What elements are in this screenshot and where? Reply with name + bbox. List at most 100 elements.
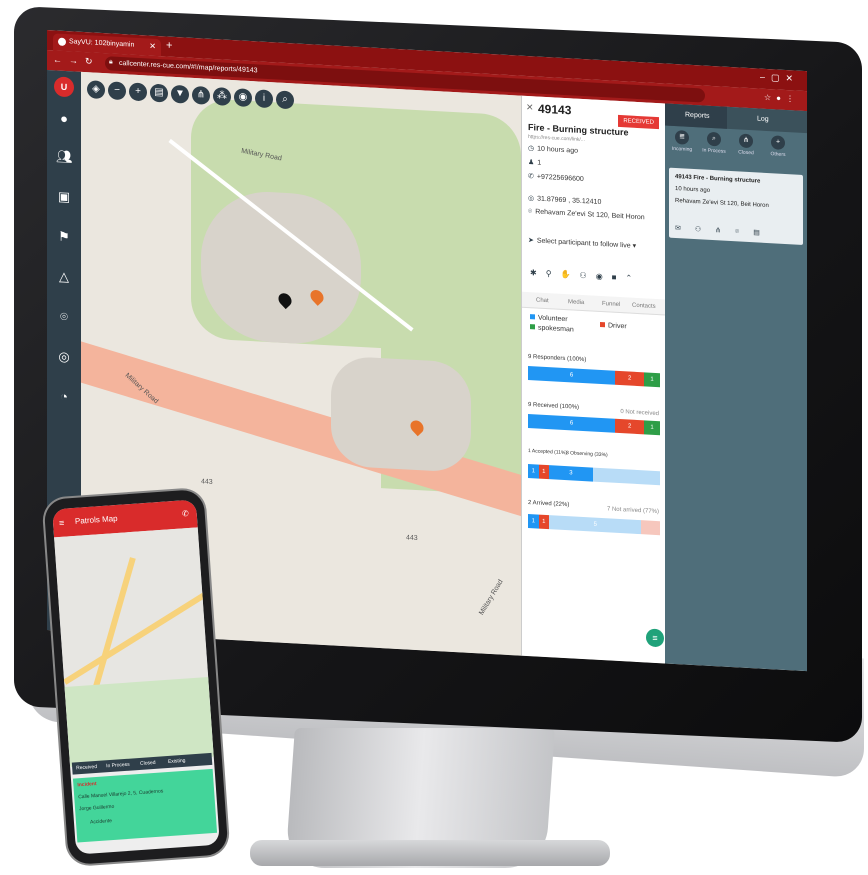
received-title: 9 Received (100%): [528, 402, 580, 411]
location-icon: ⌾: [528, 208, 533, 216]
close-icon[interactable]: ✕: [526, 102, 534, 113]
filter-incoming[interactable]: ≣ Incoming: [669, 130, 695, 153]
favicon-icon: [58, 37, 66, 47]
phone-tab-closed[interactable]: Closed: [140, 760, 156, 767]
monitor-stand-base: [250, 840, 610, 866]
users-icon[interactable]: 👥︎: [56, 148, 73, 165]
report-address-row: ⌾ Rehavam Ze'evi St 120, Beit Horon: [528, 208, 645, 222]
bar-segment-volunteer: 1: [528, 464, 539, 479]
list-icon: ≣: [675, 130, 689, 145]
bar-segment-driver: 1: [538, 464, 550, 480]
arrived-bar: 1 1 5: [528, 514, 660, 536]
card-line: Calle Manuel Villarejo 2, 5, Cuadernos: [78, 788, 164, 801]
info-icon[interactable]: i: [255, 89, 273, 109]
url-text: callcenter.res-cue.com/#!/map/reports/49…: [119, 59, 258, 75]
report-action-bar[interactable]: ✱⚲✋⚇◉■⌃: [522, 268, 666, 290]
alert-message-icon[interactable]: ▣: [56, 188, 72, 205]
stage: SayVU: 102binyamin ✕ + –▢✕ ←→↻ 🔒︎ callce…: [0, 0, 868, 875]
tab-contacts[interactable]: Contacts: [632, 303, 656, 310]
observing-title: 3 Observing (33%): [566, 450, 608, 459]
phone-icon: ✆: [528, 173, 534, 181]
tab-chat[interactable]: Chat: [536, 297, 549, 304]
tab-funnel[interactable]: Funnel: [602, 301, 620, 308]
layers-icon[interactable]: ◈: [87, 80, 105, 100]
tab-media[interactable]: Media: [568, 299, 584, 306]
filter-icon[interactable]: ▼: [171, 84, 189, 104]
app-logo[interactable]: U: [54, 76, 74, 98]
window-controls[interactable]: –▢✕: [760, 72, 799, 85]
phone-title: Patrols Map: [74, 513, 118, 526]
highway-number: 443: [201, 478, 213, 486]
filter-label: Incoming: [671, 145, 693, 153]
bar-segment-rest: [592, 467, 660, 486]
report-address: Rehavam Ze'evi St 120, Beit Horon: [535, 208, 645, 222]
card-line: Incident: [77, 781, 97, 789]
report-time-row: ◷ 10 hours ago: [528, 144, 578, 155]
not-arrived: 7 Not arrived (77%): [606, 506, 659, 516]
phone-tab-existing[interactable]: Existing: [168, 758, 186, 765]
reports-panel: Reports Log ≣ Incoming ⌕ In Process ⋔ Close…: [665, 103, 807, 672]
card-time: 10 hours ago: [675, 186, 711, 194]
location-pin-icon[interactable]: ⌾: [56, 308, 72, 325]
navigate-icon: ➤: [528, 237, 534, 245]
legend-spokesman: spokesman: [530, 324, 574, 334]
filter-closed[interactable]: ⋔ Closed: [733, 133, 759, 156]
bar-segment-spokesman: 1: [644, 420, 660, 436]
bar-segment-driver: 2: [615, 370, 645, 387]
new-tab-icon[interactable]: +: [166, 39, 172, 51]
visibility-icon[interactable]: ◉: [234, 88, 252, 108]
flag-icon[interactable]: ⚑: [56, 228, 72, 245]
report-card[interactable]: 49143 Fire - Burning structure 10 hours …: [669, 167, 803, 245]
filter-label: Others: [770, 151, 786, 158]
report-phone[interactable]: +97225696600: [537, 174, 584, 184]
card-title: 49143 Fire - Burning structure: [675, 174, 761, 185]
group-icon[interactable]: ⁂: [213, 86, 231, 106]
phone-tab-in-process[interactable]: In Process: [106, 762, 130, 770]
report-responders: 1: [537, 159, 542, 167]
pie-chart-icon[interactable]: ◔: [56, 388, 72, 405]
filter-label: In Process: [702, 147, 726, 155]
legend-label: Volunteer: [538, 314, 568, 324]
tab-log[interactable]: Log: [757, 115, 769, 123]
filter-in-process[interactable]: ⌕ In Process: [701, 131, 727, 155]
bar-segment-observing: 3: [549, 465, 593, 482]
card-line: Accidente: [89, 818, 113, 826]
tab-reports[interactable]: Reports: [685, 112, 710, 120]
legend-swatch: [530, 324, 535, 330]
follow-select[interactable]: ➤ Select participant to follow live ▾: [528, 236, 636, 250]
report-phone-row: ✆ +97225696600: [528, 172, 584, 183]
filter-others[interactable]: + Others: [765, 135, 791, 158]
zoom-out-icon[interactable]: −: [108, 81, 126, 101]
zoom-in-icon[interactable]: +: [129, 82, 147, 102]
map-icon[interactable]: ▤: [150, 83, 168, 103]
legend-label: spokesman: [538, 324, 574, 334]
hierarchy-icon[interactable]: ⋔: [192, 85, 210, 105]
extension-icons[interactable]: ☆●⋮: [764, 93, 799, 104]
browser-nav-icons[interactable]: ←→↻: [53, 54, 100, 68]
user-icon[interactable]: ●: [56, 110, 72, 127]
not-received: 0 Not received: [620, 409, 659, 418]
card-line: Jorge Guillermo: [78, 803, 115, 813]
filter-label: Closed: [738, 149, 754, 157]
report-subtabs: Chat Media Funnel Contacts: [522, 291, 666, 316]
close-tab-icon[interactable]: ✕: [149, 42, 156, 51]
list-fab-button[interactable]: ≡: [646, 628, 664, 648]
map-label: Military Road: [478, 578, 505, 617]
menu-icon[interactable]: ≡: [59, 518, 65, 528]
received-bar: 6 2 1: [528, 414, 660, 436]
accepted-title: 1 Accepted (11%): [528, 448, 568, 457]
bar-segment-driver: 2: [615, 418, 645, 435]
report-filters: ≣ Incoming ⌕ In Process ⋔ Closed + Others: [665, 127, 807, 169]
search-icon[interactable]: ⌕: [276, 90, 294, 110]
report-time: 10 hours ago: [537, 145, 578, 155]
shapes-icon[interactable]: △: [56, 268, 72, 285]
phone-tab-received[interactable]: Received: [76, 764, 97, 771]
card-action-icons[interactable]: ✉⚇⋔⌾▤: [675, 224, 774, 238]
phone-map[interactable]: [54, 527, 219, 767]
report-link[interactable]: https://res-cue.com/link/...: [528, 134, 585, 143]
beacon-icon[interactable]: ◎: [56, 348, 72, 365]
tab-title: SayVU: 102binyamin: [69, 38, 135, 49]
card-address: Rehavam Ze'evi St 120, Beit Horon: [675, 198, 769, 210]
phone-call-icon[interactable]: ✆: [182, 509, 189, 518]
phone-incident-card[interactable]: Incident Calle Manuel Villarejo 2, 5, Cu…: [72, 768, 218, 843]
